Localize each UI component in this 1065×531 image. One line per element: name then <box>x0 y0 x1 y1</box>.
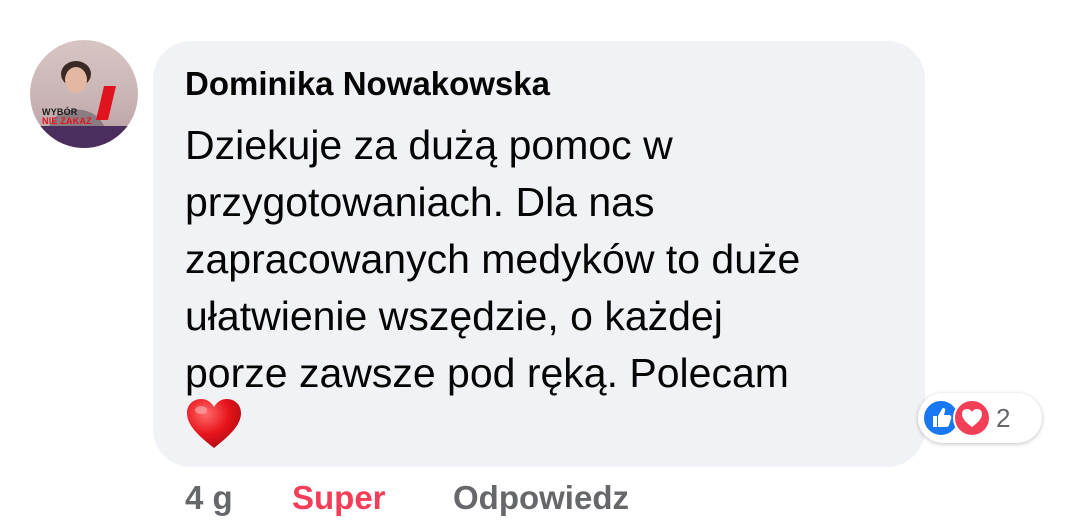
comment-text-line: Dziekuje za dużą pomoc w <box>185 122 673 168</box>
comment-timestamp[interactable]: 4 g <box>185 478 233 518</box>
comment-author[interactable]: Dominika Nowakowska <box>185 64 550 104</box>
avatar-overlay-text: WYBÓR NIE ZAKAZ <box>42 107 92 126</box>
avatar[interactable]: WYBÓR NIE ZAKAZ <box>30 40 138 148</box>
comment-text-line: przygotowaniach. Dla nas <box>185 179 655 225</box>
comment-text: Dziekuje za dużą pomoc w przygotowaniach… <box>185 117 905 402</box>
red-heart-icon <box>187 399 241 448</box>
comment-view: WYBÓR NIE ZAKAZ Dominika Nowakowska Dzie… <box>0 0 1065 531</box>
reactions-summary[interactable]: 2 <box>918 393 1042 443</box>
love-reaction-icon <box>953 399 991 437</box>
reaction-count: 2 <box>996 403 1011 433</box>
avatar-banner <box>30 126 138 148</box>
comment-text-line: ułatwienie wszędzie, o każdej <box>185 293 723 339</box>
reply-button[interactable]: Odpowiedz <box>453 478 629 518</box>
comment-text-line: zapracowanych medyków to duże <box>185 236 801 282</box>
reaction-button[interactable]: Super <box>292 478 386 518</box>
comment-text-line: porze zawsze pod ręką. Polecam <box>185 350 789 396</box>
